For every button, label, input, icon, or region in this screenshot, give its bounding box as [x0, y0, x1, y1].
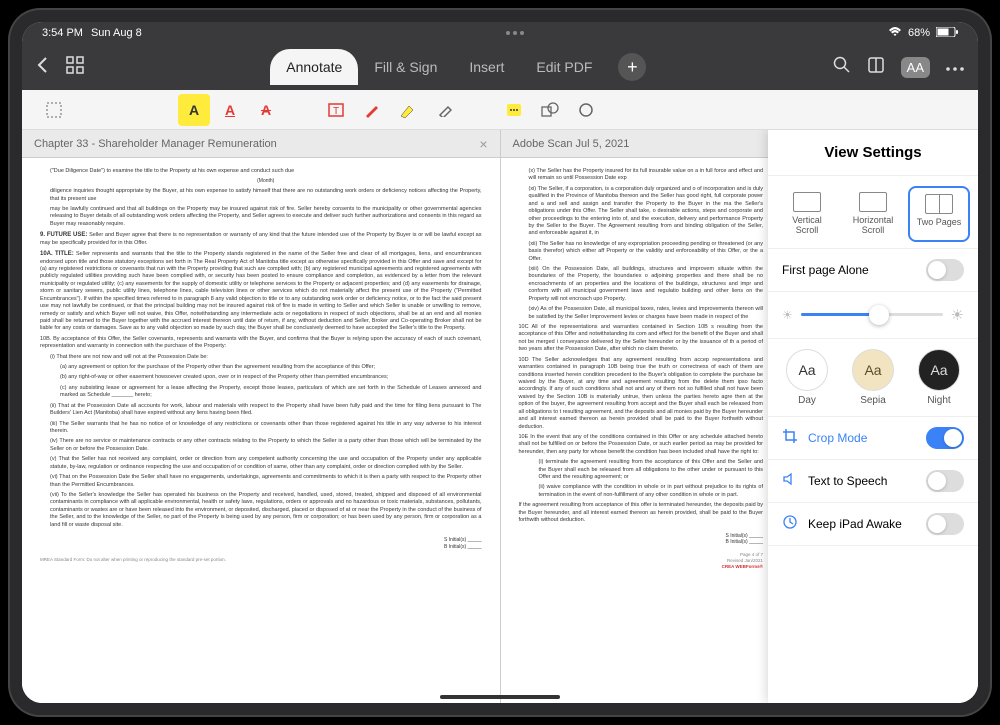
more-icon[interactable]: [946, 58, 964, 76]
svg-text:T: T: [333, 106, 339, 117]
shapes-tool[interactable]: [534, 94, 566, 126]
status-time: 3:54 PM: [42, 27, 83, 39]
eraser-tool[interactable]: [428, 94, 460, 126]
pen-tool[interactable]: [356, 94, 388, 126]
speaker-icon: [782, 471, 798, 490]
strikethrough-tool[interactable]: A: [250, 94, 282, 126]
annotate-toolbar: A A A T: [22, 90, 978, 130]
grid-button[interactable]: [66, 56, 84, 79]
layout-vertical-scroll[interactable]: Vertical Scroll: [776, 186, 838, 242]
keep-awake-toggle[interactable]: [926, 513, 964, 535]
left-doc-title[interactable]: Chapter 33 - Shareholder Manager Remuner…: [34, 138, 277, 150]
search-icon[interactable]: [833, 56, 851, 79]
view-settings-title: View Settings: [768, 130, 978, 176]
brightness-high-icon: ☀: [951, 306, 964, 324]
crop-icon: [782, 428, 798, 447]
right-doc-title[interactable]: Adobe Scan Jul 5, 2021: [513, 138, 630, 150]
layout-two-pages[interactable]: Two Pages: [908, 186, 970, 242]
layout-horizontal-scroll[interactable]: Horizontal Scroll: [842, 186, 904, 242]
battery-pct: 68%: [908, 27, 930, 39]
first-page-alone-toggle[interactable]: [926, 259, 964, 281]
marker-tool[interactable]: [392, 94, 424, 126]
theme-night[interactable]: Aa Night: [918, 349, 960, 406]
underline-tool[interactable]: A: [214, 94, 246, 126]
text-settings-button[interactable]: AA: [901, 57, 930, 78]
brightness-slider[interactable]: [801, 313, 943, 316]
crop-mode-label: Crop Mode: [808, 431, 867, 445]
awake-icon: [782, 514, 798, 533]
selection-tool[interactable]: [38, 94, 70, 126]
tab-edit-pdf[interactable]: Edit PDF: [520, 49, 608, 85]
keep-awake-label: Keep iPad Awake: [808, 517, 902, 531]
left-doc-content[interactable]: ("Due Diligence Date") to examine the ti…: [22, 158, 500, 703]
tab-annotate[interactable]: Annotate: [270, 49, 358, 85]
bookmarks-icon[interactable]: [867, 56, 885, 79]
theme-day[interactable]: Aa Day: [786, 349, 828, 406]
back-button[interactable]: [36, 56, 48, 79]
status-date: Sun Aug 8: [91, 27, 142, 39]
note-tool[interactable]: [498, 94, 530, 126]
highlight-tool[interactable]: A: [178, 94, 210, 126]
crop-mode-toggle[interactable]: [926, 427, 964, 449]
battery-icon: [936, 26, 958, 40]
home-indicator[interactable]: [440, 695, 560, 699]
close-left-doc[interactable]: ×: [479, 136, 487, 152]
theme-sepia[interactable]: Aa Sepia: [852, 349, 894, 406]
wifi-icon: [888, 26, 902, 40]
tab-fill-sign[interactable]: Fill & Sign: [358, 49, 453, 85]
brightness-low-icon: ☀: [782, 308, 793, 322]
left-document-pane: Chapter 33 - Shareholder Manager Remuner…: [22, 130, 501, 703]
tts-label: Text to Speech: [808, 474, 887, 488]
first-page-alone-label: First page Alone: [782, 263, 869, 277]
status-bar: 3:54 PM Sun Aug 8 68%: [22, 22, 978, 44]
tts-toggle[interactable]: [926, 470, 964, 492]
circle-tool[interactable]: [570, 94, 602, 126]
view-settings-panel: View Settings Vertical Scroll Horizontal…: [768, 130, 978, 703]
app-toolbar: Annotate Fill & Sign Insert Edit PDF + A…: [22, 44, 978, 90]
tab-insert[interactable]: Insert: [453, 49, 520, 85]
multitask-dots[interactable]: [506, 31, 524, 35]
text-box-tool[interactable]: T: [320, 94, 352, 126]
add-tab-button[interactable]: +: [618, 53, 646, 81]
